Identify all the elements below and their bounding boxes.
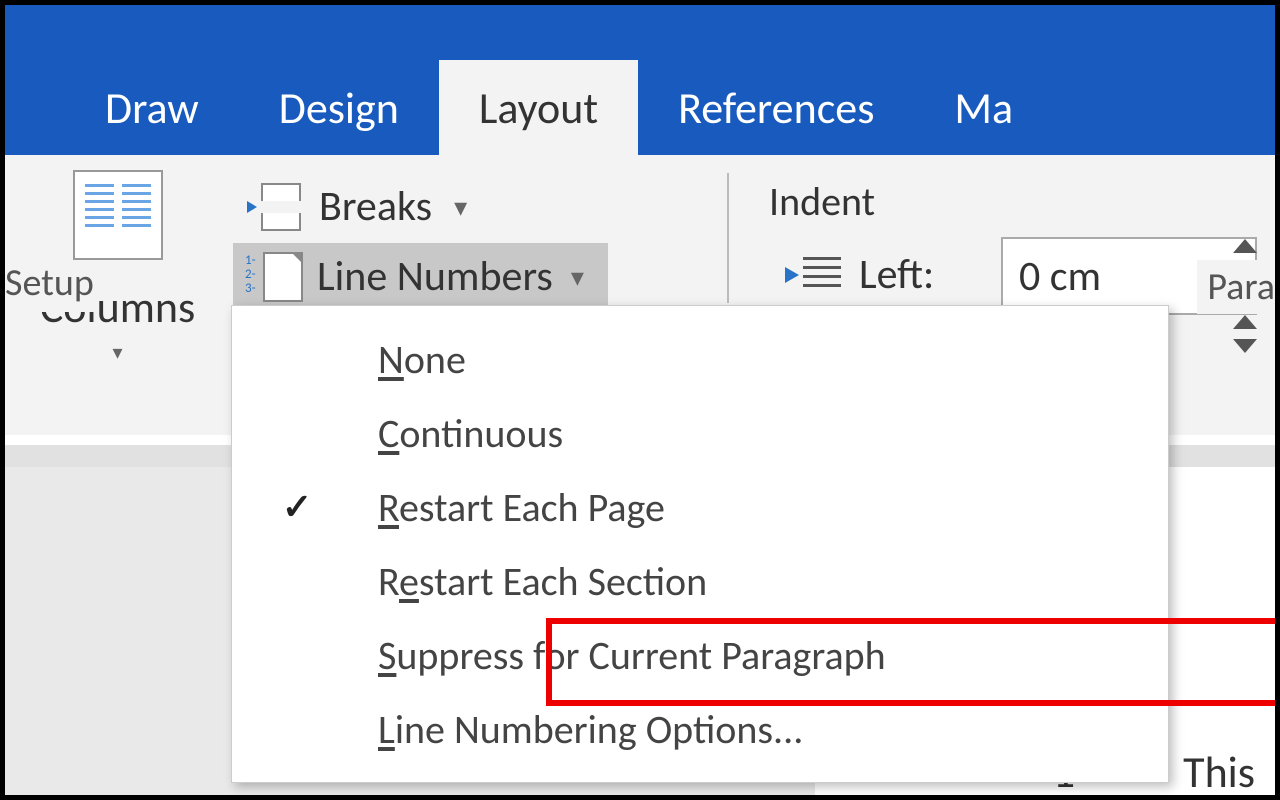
spinner-up-icon[interactable] bbox=[1233, 315, 1257, 329]
breaks-icon bbox=[247, 183, 301, 231]
group-separator bbox=[727, 173, 729, 303]
menu-item-suppress-current-paragraph[interactable]: Suppress for Current Paragraph bbox=[232, 618, 1168, 692]
indent-left-icon bbox=[785, 255, 841, 295]
page-setup-group-label: Setup bbox=[5, 260, 94, 312]
chevron-down-icon: ▾ bbox=[454, 191, 467, 223]
line-numbers-label: Line Numbers bbox=[317, 251, 553, 302]
paragraph-group-label: Para bbox=[1197, 260, 1275, 314]
spinner-up-icon[interactable] bbox=[1233, 239, 1257, 253]
menu-item-restart-each-page[interactable]: ✓ Restart Each Page bbox=[232, 470, 1168, 544]
tab-references[interactable]: References bbox=[638, 60, 914, 155]
indent-right-spinner[interactable] bbox=[1233, 315, 1265, 353]
chevron-down-icon: ▾ bbox=[571, 261, 584, 293]
chevron-down-icon: ▾ bbox=[15, 340, 220, 365]
tab-design[interactable]: Design bbox=[239, 60, 439, 155]
ribbon-tabs: Draw Design Layout References Ma bbox=[5, 5, 1275, 155]
line-numbers-button[interactable]: 1-2-3- Line Numbers ▾ bbox=[233, 243, 608, 310]
breaks-label: Breaks bbox=[319, 181, 432, 232]
line-numbers-dropdown: None Continuous ✓ Restart Each Page Rest… bbox=[231, 305, 1169, 783]
tab-draw[interactable]: Draw bbox=[65, 60, 239, 155]
tab-layout[interactable]: Layout bbox=[439, 60, 638, 155]
tab-mailings[interactable]: Ma bbox=[914, 60, 1053, 155]
menu-item-restart-each-section[interactable]: Restart Each Section bbox=[232, 544, 1168, 618]
breaks-button[interactable]: Breaks ▾ bbox=[235, 173, 479, 240]
checkmark-icon: ✓ bbox=[282, 485, 312, 529]
menu-item-line-numbering-options[interactable]: Line Numbering Options... bbox=[232, 692, 1168, 766]
document-text[interactable]: This bbox=[1183, 745, 1255, 795]
columns-icon bbox=[73, 170, 163, 260]
menu-item-continuous[interactable]: Continuous bbox=[232, 396, 1168, 470]
spinner-down-icon[interactable] bbox=[1233, 339, 1257, 353]
indent-left-value: 0 cm bbox=[1019, 251, 1101, 302]
menu-item-none[interactable]: None bbox=[232, 322, 1168, 396]
indent-header: Indent bbox=[769, 177, 875, 226]
line-numbers-icon: 1-2-3- bbox=[245, 252, 303, 302]
indent-left-label: Left: bbox=[859, 249, 934, 300]
